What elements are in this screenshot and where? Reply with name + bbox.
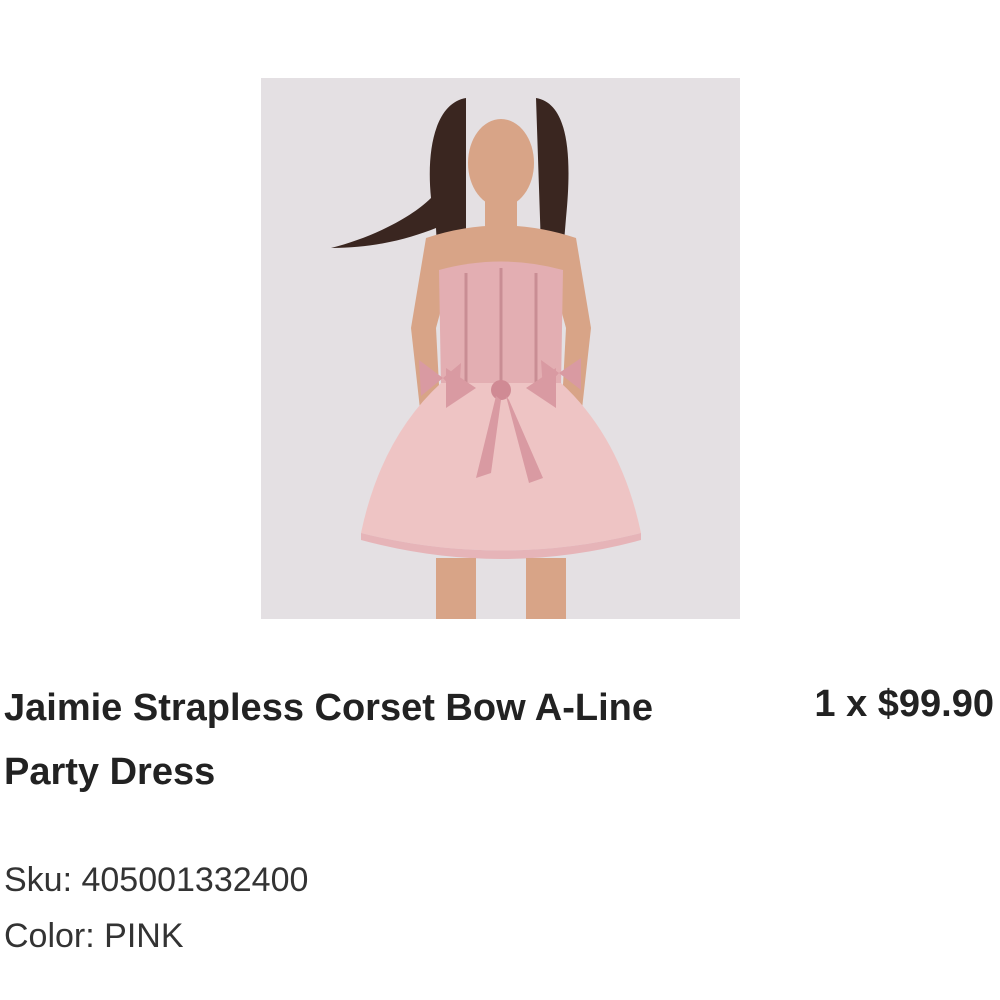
product-photo-icon	[261, 78, 740, 619]
color-label: Color: PINK	[4, 917, 184, 955]
quantity-price: 1 x $99.90	[814, 683, 994, 725]
sku-label: Sku: 405001332400	[4, 861, 309, 899]
product-title: Jaimie Strapless Corset Bow A-Line Party…	[4, 687, 654, 793]
product-image	[261, 78, 740, 619]
